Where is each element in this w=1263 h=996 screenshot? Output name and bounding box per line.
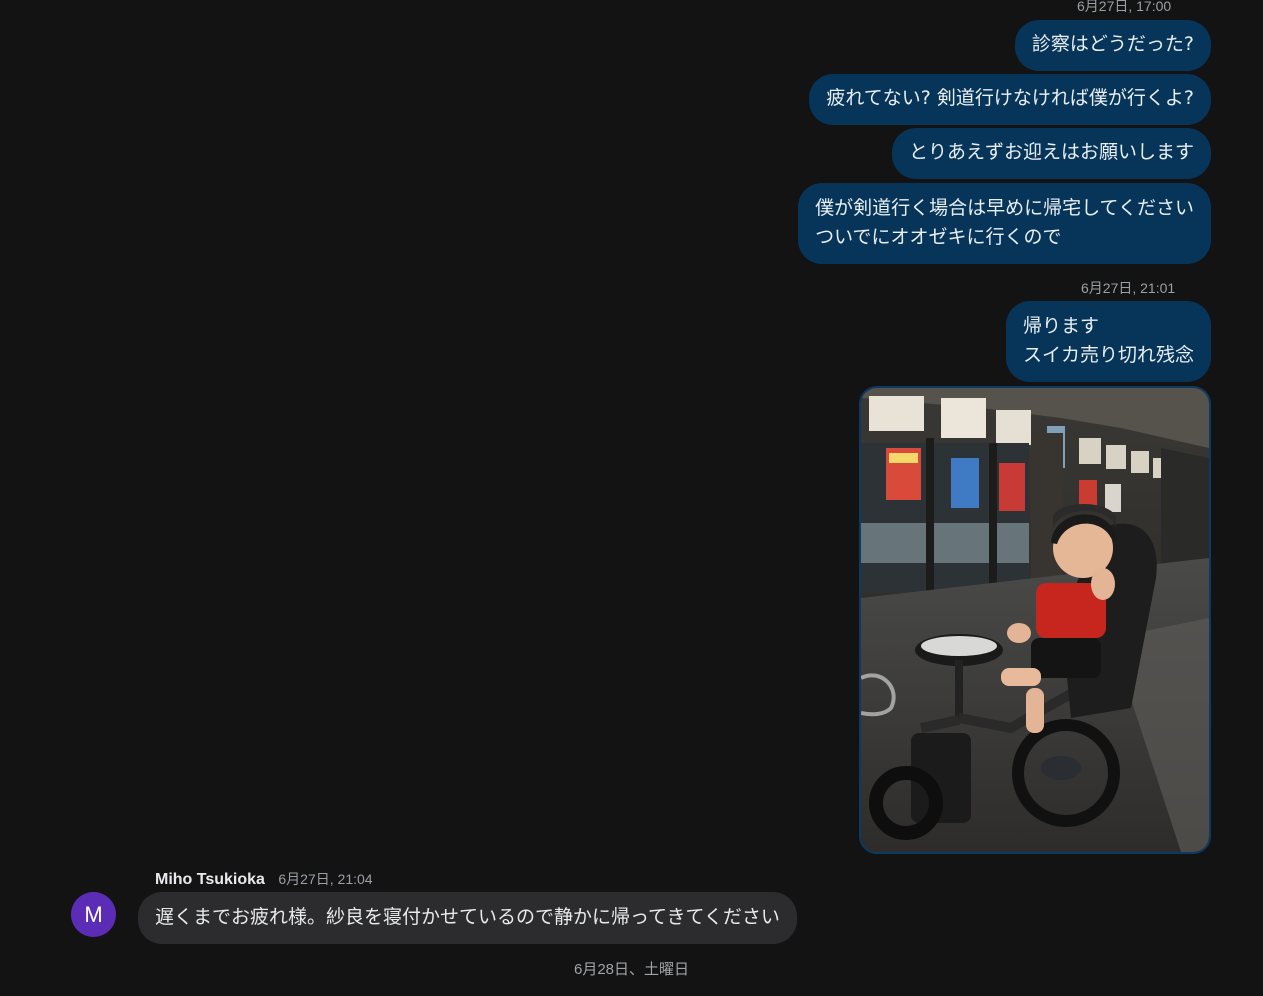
- outgoing-message[interactable]: 帰ります スイカ売り切れ残念: [1005, 301, 1211, 382]
- incoming-message[interactable]: 遅くまでお疲れ様。紗良を寝付かせているので静かに帰ってきてください: [138, 892, 797, 944]
- sender-avatar[interactable]: M: [71, 892, 116, 937]
- message-line: 僕が剣道行く場合は早めに帰宅してください: [815, 197, 1194, 219]
- photo-image: [861, 388, 1209, 852]
- chat-thread: 6月27日, 17:00 診察はどうだった? 疲れてない? 剣道行けなければ僕が…: [0, 0, 1263, 996]
- sender-name-text: Miho Tsukioka: [155, 871, 265, 888]
- outgoing-message[interactable]: 疲れてない? 剣道行けなければ僕が行くよ?: [809, 74, 1211, 125]
- outgoing-message[interactable]: 僕が剣道行く場合は早めに帰宅してください ついでにオオゼキに行くので: [798, 183, 1211, 264]
- date-divider: 6月28日、土曜日: [573, 961, 690, 978]
- outgoing-message[interactable]: とりあえずお迎えはお願いします: [891, 128, 1211, 179]
- message-timestamp: 6月27日, 21:01: [1081, 280, 1176, 296]
- message-line: スイカ売り切れ残念: [1022, 344, 1194, 366]
- message-timestamp: 6月27日, 17:00: [1077, 0, 1172, 14]
- message-line: 帰ります: [1022, 315, 1099, 337]
- outgoing-message[interactable]: 診察はどうだった?: [1014, 20, 1211, 71]
- message-timestamp: 6月27日, 21:04: [278, 871, 373, 887]
- photo-attachment[interactable]: [859, 386, 1211, 854]
- message-line: ついでにオオゼキに行くので: [815, 226, 1062, 248]
- sender-name: Miho Tsukioka 6月27日, 21:04: [155, 869, 373, 889]
